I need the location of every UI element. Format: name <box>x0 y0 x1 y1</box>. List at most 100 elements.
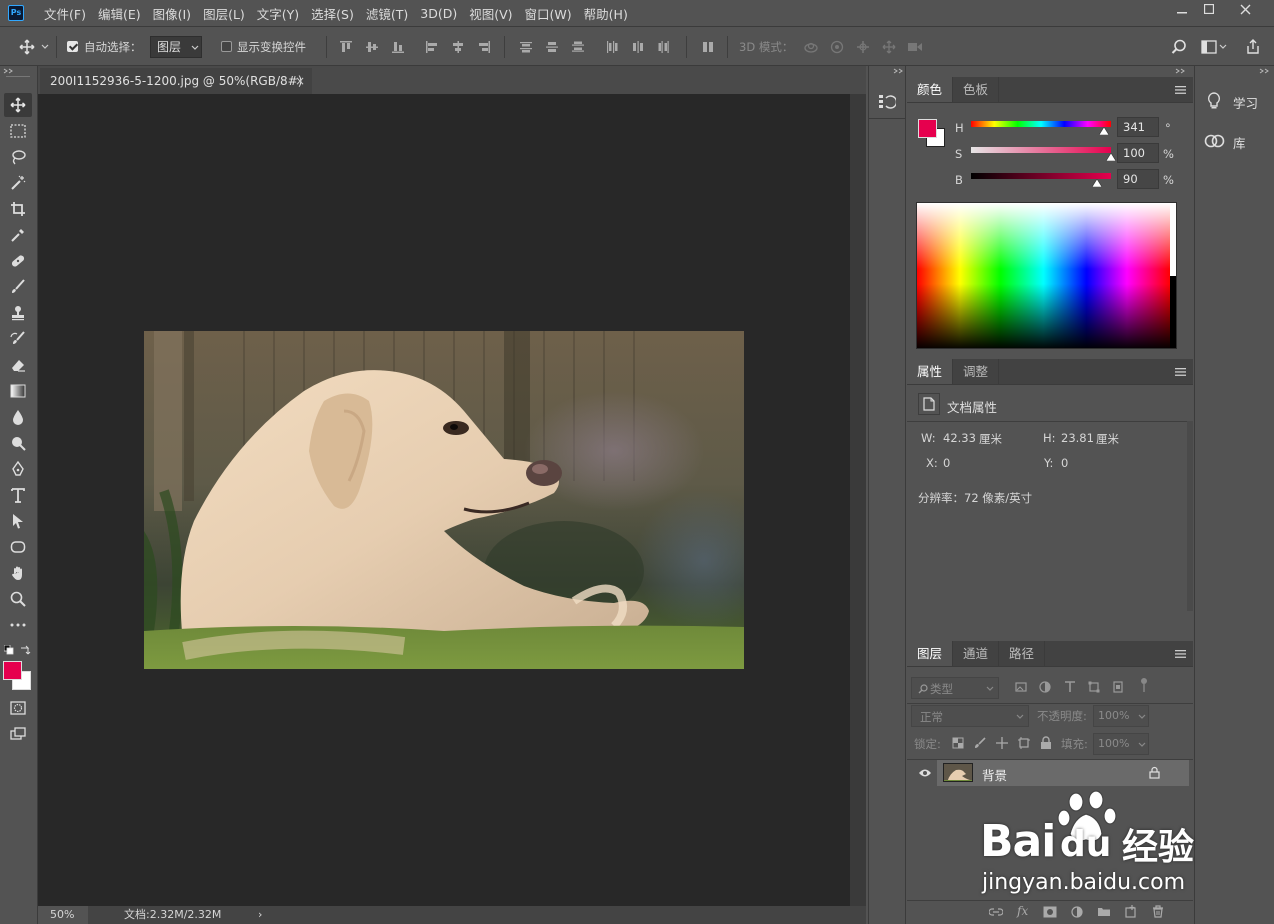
properties-panel-menu[interactable] <box>1173 359 1187 385</box>
add-mask-icon[interactable] <box>1043 906 1057 918</box>
magic-wand-tool[interactable] <box>4 171 32 195</box>
collapse-chevron-icon[interactable] <box>1259 68 1271 74</box>
brightness-input[interactable]: 90 <box>1117 169 1159 189</box>
brightness-slider[interactable] <box>971 173 1111 179</box>
auto-align-button[interactable] <box>697 36 719 58</box>
distribute-hcenter-button[interactable] <box>627 36 649 58</box>
tab-paths[interactable]: 路径 <box>999 641 1046 666</box>
width-value[interactable]: 42.33 <box>943 431 976 445</box>
align-top-button[interactable] <box>335 36 357 58</box>
dodge-tool[interactable] <box>4 431 32 455</box>
distribute-right-button[interactable] <box>653 36 675 58</box>
align-right-button[interactable] <box>473 36 495 58</box>
collapse-chevron-icon[interactable] <box>3 68 15 74</box>
fx-icon[interactable]: fx <box>1017 904 1028 918</box>
menu-help[interactable]: 帮助(H) <box>578 4 634 23</box>
pen-tool[interactable] <box>4 457 32 481</box>
share-button[interactable] <box>1242 36 1264 58</box>
saturation-slider[interactable] <box>971 147 1111 153</box>
layer-filter-select[interactable]: 类型 <box>911 677 999 699</box>
align-hcenter-button[interactable] <box>447 36 469 58</box>
lock-transparent-icon[interactable] <box>952 737 964 749</box>
hue-slider[interactable] <box>971 121 1111 127</box>
layer-name[interactable]: 背景 <box>982 765 1007 784</box>
opacity-input[interactable]: 100% <box>1093 705 1149 727</box>
new-layer-icon[interactable] <box>1125 905 1137 918</box>
screen-mode-button[interactable] <box>4 722 32 746</box>
x-value[interactable]: 0 <box>943 456 950 470</box>
healing-brush-tool[interactable] <box>4 249 32 273</box>
lock-all-icon[interactable] <box>1040 736 1052 749</box>
color-panel-menu[interactable] <box>1173 77 1187 103</box>
learn-panel-button[interactable]: 学习 <box>1195 86 1274 116</box>
history-brush-tool[interactable] <box>4 327 32 351</box>
align-left-button[interactable] <box>421 36 443 58</box>
move-tool-preset[interactable] <box>16 36 38 58</box>
layers-panel-menu[interactable] <box>1173 641 1187 667</box>
auto-select-target-select[interactable]: 图层 <box>150 36 202 58</box>
shape-tool[interactable] <box>4 535 32 559</box>
tab-layers[interactable]: 图层 <box>907 641 954 666</box>
swap-colors-icon[interactable] <box>20 645 31 655</box>
menu-type[interactable]: 文字(Y) <box>251 4 305 23</box>
vertical-scrollbar[interactable] <box>850 94 866 906</box>
workspace-switcher[interactable] <box>1199 36 1229 58</box>
layer-row-background[interactable]: 背景 <box>937 760 1189 786</box>
layer-visibility-toggle[interactable] <box>913 760 937 786</box>
tab-properties[interactable]: 属性 <box>907 359 954 384</box>
tab-adjustments[interactable]: 调整 <box>953 359 1000 384</box>
status-menu-arrow[interactable]: › <box>258 906 262 924</box>
menu-image[interactable]: 图像(I) <box>147 4 197 23</box>
zoom-tool[interactable] <box>4 587 32 611</box>
blur-tool[interactable] <box>4 405 32 429</box>
libraries-panel-button[interactable]: 库 <box>1195 126 1274 156</box>
saturation-input[interactable]: 100 <box>1117 143 1159 163</box>
3d-pan-button[interactable] <box>852 36 874 58</box>
hand-tool[interactable] <box>4 561 32 585</box>
default-colors-icon[interactable] <box>4 645 14 655</box>
tab-color[interactable]: 颜色 <box>907 77 954 102</box>
document-tab[interactable]: 200I1152936-5-1200.jpg @ 50%(RGB/8#) * × <box>40 68 312 114</box>
hue-slider-thumb[interactable] <box>1098 127 1109 135</box>
close-window-button[interactable] <box>1228 0 1262 18</box>
pixel-layer-filter-icon[interactable] <box>1015 681 1027 693</box>
menu-filter[interactable]: 滤镜(T) <box>360 4 414 23</box>
panel-foreground-swatch[interactable] <box>918 119 937 138</box>
new-group-icon[interactable] <box>1097 906 1111 917</box>
3d-orbit-button[interactable] <box>800 36 822 58</box>
maximize-button[interactable] <box>1192 0 1226 18</box>
lock-artboard-icon[interactable] <box>1018 737 1030 749</box>
height-value[interactable]: 23.81 <box>1061 431 1094 445</box>
distribute-vcenter-button[interactable] <box>541 36 563 58</box>
lock-position-icon[interactable] <box>996 737 1008 749</box>
properties-scrollbar[interactable] <box>1187 421 1193 611</box>
align-vcenter-button[interactable] <box>361 36 383 58</box>
clone-stamp-tool[interactable] <box>4 301 32 325</box>
type-tool[interactable] <box>4 483 32 507</box>
crop-tool[interactable] <box>4 197 32 221</box>
link-layers-icon[interactable] <box>989 907 1003 917</box>
layer-locked-icon[interactable] <box>1149 766 1160 779</box>
brightness-slider-thumb[interactable] <box>1092 179 1102 187</box>
blend-mode-select[interactable]: 正常 <box>911 705 1029 727</box>
shape-layer-filter-icon[interactable] <box>1088 681 1100 693</box>
document-image[interactable] <box>144 331 744 669</box>
eraser-tool[interactable] <box>4 353 32 377</box>
show-transform-checkbox[interactable] <box>221 41 232 52</box>
quick-mask-button[interactable] <box>4 696 32 720</box>
new-adjustment-icon[interactable] <box>1071 906 1083 918</box>
menu-view[interactable]: 视图(V) <box>463 4 518 23</box>
fill-input[interactable]: 100% <box>1093 733 1149 755</box>
history-panel-button[interactable] <box>873 88 901 116</box>
3d-slide-button[interactable] <box>878 36 900 58</box>
brush-tool[interactable] <box>4 275 32 299</box>
foreground-color-swatch[interactable] <box>3 661 22 680</box>
preset-dropdown-arrow[interactable] <box>38 36 52 58</box>
lasso-tool[interactable] <box>4 145 32 169</box>
hue-input[interactable]: 341 <box>1117 117 1159 137</box>
path-selection-tool[interactable] <box>4 509 32 533</box>
y-value[interactable]: 0 <box>1061 456 1068 470</box>
eyedropper-tool[interactable] <box>4 223 32 247</box>
auto-select-checkbox[interactable] <box>67 41 78 52</box>
menu-3d[interactable]: 3D(D) <box>414 6 463 21</box>
